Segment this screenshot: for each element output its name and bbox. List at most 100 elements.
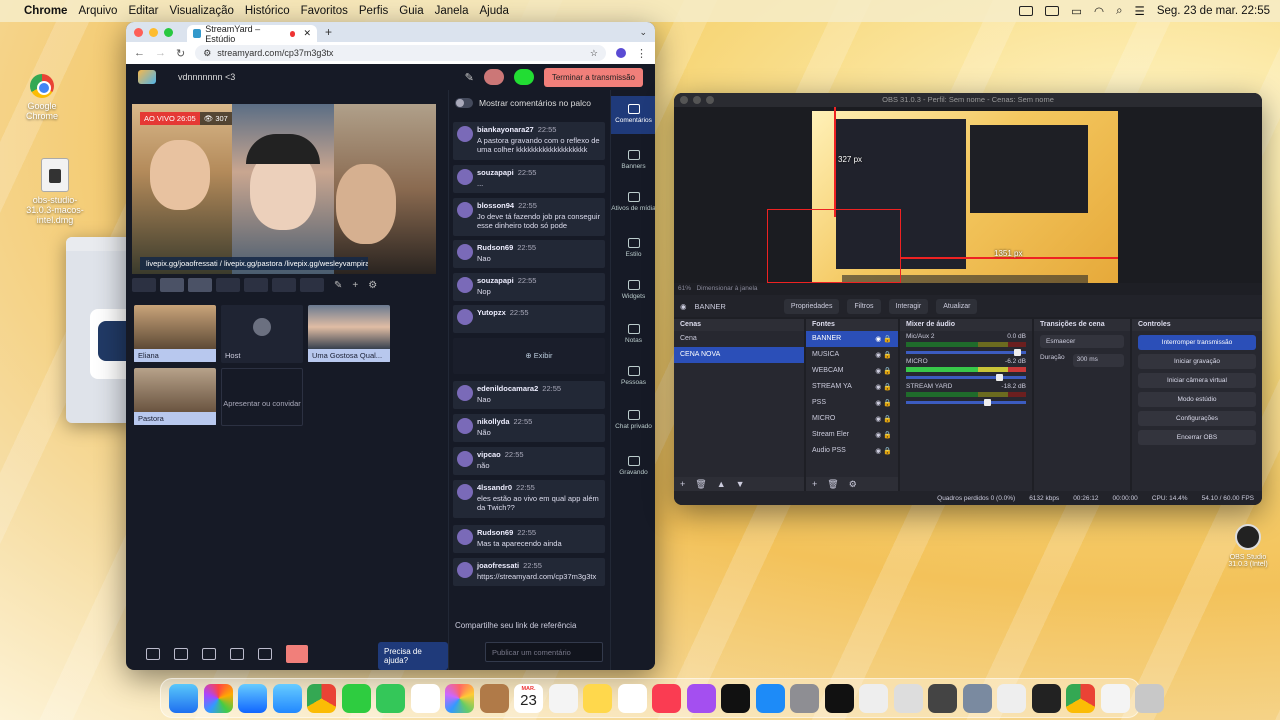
visibility-icon[interactable]: ◉ 🔒 [875,383,892,391]
obs-preview[interactable]: 327 px 1351 px [674,107,1262,283]
quicktime-icon[interactable] [928,683,957,713]
streamyard-logo[interactable] [138,70,156,84]
chrome-icon[interactable] [307,683,336,713]
side-panel-recording[interactable]: Gravando [611,448,655,486]
mail-icon[interactable] [272,683,302,713]
chat-message[interactable]: blosson94 22:55 Jo deve tá fazendo job pra… [453,198,605,236]
visibility-icon[interactable]: ◉ 🔒 [875,367,892,375]
show-comment-button[interactable]: ⊕ Exibir [477,341,601,360]
menu-visualizacao[interactable]: Visualização [170,5,234,17]
capcut-icon[interactable] [824,683,854,713]
comment-show-overlay[interactable]: ⊕ Exibir [453,338,605,374]
notes-icon[interactable] [583,683,612,713]
iphone-mirroring-icon[interactable] [859,683,888,713]
properties-button[interactable]: Propriedades [783,298,840,314]
comment-input[interactable]: Publicar um comentário [485,642,603,662]
safari-icon[interactable] [238,683,267,713]
menu-app[interactable]: Chrome [24,5,67,17]
music-icon[interactable] [652,683,681,713]
obs-icon[interactable] [1031,683,1061,713]
freeform-icon[interactable] [617,683,647,713]
down-icon[interactable]: ▼ [736,479,745,489]
desktop-icon-dmg[interactable]: obs-studio-31.0.3-macos-intel.dmg [25,158,85,225]
calendar-icon[interactable]: MAR. 23 [514,683,543,713]
end-broadcast-button[interactable]: Terminar a transmissão [543,67,643,87]
menu-arquivo[interactable]: Arquivo [78,5,117,17]
add-icon[interactable]: + [812,479,817,489]
system-settings-icon[interactable] [790,683,819,713]
microphone-icon[interactable] [146,648,160,660]
participant-tile[interactable]: Eliana [134,305,216,363]
side-panel-notes[interactable]: Notas [611,316,655,354]
messages-icon[interactable] [376,683,405,713]
tab-streamyard[interactable]: StreamYard – Estúdio ✕ [187,24,317,44]
side-panel-media-assets[interactable]: Ativos de mídia [611,184,655,222]
desktop-icon-chrome[interactable]: Google Chrome [12,74,72,121]
chat-message[interactable]: joaofressati 22:55 https://streamyard.com/… [453,558,605,586]
transition-select[interactable]: Esmaecer [1040,335,1124,348]
edit-layout-icon[interactable]: ✎ [334,280,342,291]
side-panel-banners[interactable]: Banners [611,142,655,180]
studio-mode-button[interactable]: Modo estúdio [1138,392,1256,407]
show-comments-toggle[interactable] [455,98,473,108]
source-bounding-box[interactable] [767,209,901,283]
start-virtual-camera-button[interactable]: Iniciar câmera virtual [1138,373,1256,388]
facetime-icon[interactable] [341,683,371,713]
source-item[interactable]: WEBCAM ◉ 🔒 [806,363,898,379]
stop-stream-button[interactable]: Interromper transmissão [1138,335,1256,350]
referral-link[interactable]: Compartilhe seu link de referência [455,621,595,630]
podcasts-icon[interactable] [686,683,716,713]
layout-group[interactable] [160,278,184,292]
chat-message[interactable]: Rudson69 22:55 Nao [453,240,605,268]
visibility-icon[interactable]: ◉ 🔒 [875,335,892,343]
stage-preview[interactable]: AO VIVO 26:05 👁 307 livepix.gg/joaofress… [132,104,436,274]
filters-button[interactable]: Filtros [847,298,881,314]
invite-tile[interactable]: Apresentar ou convidar [221,368,303,426]
app-store-icon[interactable] [755,683,785,713]
menu-historico[interactable]: Histórico [245,5,290,17]
app-icon[interactable] [893,683,923,713]
duration-field[interactable]: 300 ms [1072,354,1124,367]
chat-message[interactable]: 4lssandr0 22:55 eles estão ao vivo em qual… [453,480,605,518]
source-item[interactable]: Stream Eler ◉ 🔒 [806,427,898,443]
visibility-icon[interactable]: ◉ 🔒 [875,431,892,439]
source-item[interactable]: BANNER ◉ 🔒 [806,331,898,347]
keyboard-icon[interactable] [1045,6,1060,16]
new-tab-button[interactable]: + [325,25,332,39]
guest-avatar[interactable] [513,69,534,85]
exit-obs-button[interactable]: Encerrar OBS [1138,430,1256,445]
downloads-icon[interactable] [1100,683,1130,713]
visibility-icon[interactable]: ◉ 🔒 [875,415,892,423]
settings-icon[interactable] [258,648,272,660]
tv-icon[interactable] [721,683,750,713]
side-panel-private-chat[interactable]: Chat privado [611,402,655,440]
settings-button[interactable]: Configurações [1138,411,1256,426]
trash-icon[interactable] [1135,683,1164,713]
guest-avatar[interactable] [483,69,504,85]
chat-message[interactable]: Rudson69 22:55 Mas ta aparecendo ainda [453,525,605,553]
close-tab-icon[interactable]: ✕ [303,28,311,39]
camera-icon[interactable] [174,648,188,660]
source-item[interactable]: MUSICA ◉ 🔒 [806,347,898,363]
scene-item[interactable]: CENA NOVA [674,347,804,363]
help-button[interactable]: Precisa de ajuda? [378,642,448,670]
control-center-icon[interactable]: ☰ [1135,4,1145,18]
spotlight-icon[interactable]: ⌕ [1116,5,1122,18]
tab-search-icon[interactable]: ⌄ [639,27,647,38]
menu-favoritos[interactable]: Favoritos [301,5,348,17]
menubar-clock[interactable]: Seg. 23 de mar. 22:55 [1157,5,1270,17]
start-recording-button[interactable]: Iniciar gravação [1138,354,1256,369]
zoom-window-button[interactable] [164,27,173,37]
visibility-icon[interactable]: ◉ 🔒 [875,351,892,359]
layout-thin[interactable] [216,278,240,292]
participant-tile[interactable]: Host [221,305,303,363]
add-icon[interactable]: + [680,479,685,489]
chat-message[interactable]: biankayonara27 22:55 A pastora gravando co… [453,122,605,160]
back-icon[interactable]: ← [134,47,145,59]
volume-slider[interactable] [906,399,1026,406]
up-icon[interactable]: ▲ [717,479,726,489]
layout-cinema[interactable] [272,278,296,292]
chat-message[interactable]: souzapapi 22:55 Nop [453,273,605,301]
maps-icon[interactable] [410,683,440,713]
bookmark-star-icon[interactable]: ☆ [590,48,598,59]
